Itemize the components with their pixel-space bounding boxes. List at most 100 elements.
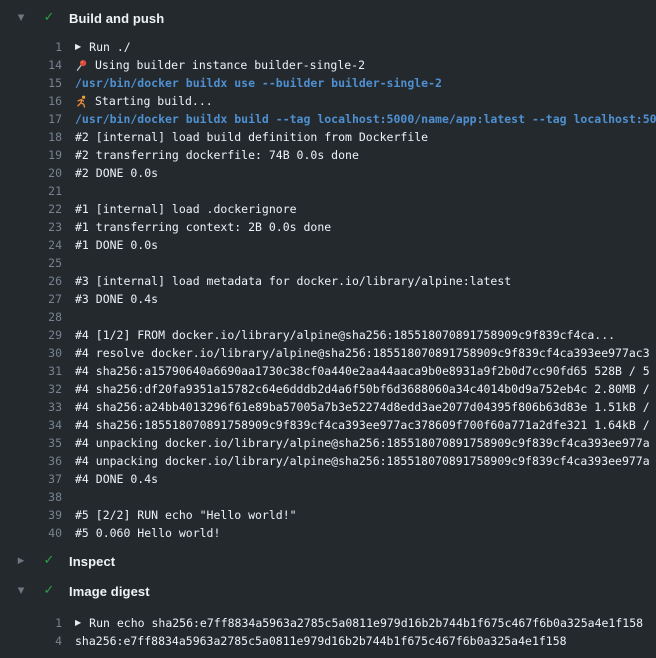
log-line: 35 #4 unpacking docker.io/library/alpine@… xyxy=(0,434,656,452)
line-number[interactable]: 18 xyxy=(0,128,62,146)
line-number[interactable]: 29 xyxy=(0,326,62,344)
line-number[interactable]: 21 xyxy=(0,182,62,200)
line-number[interactable]: 40 xyxy=(0,524,62,542)
log-line-content: #5 0.060 Hello world! xyxy=(75,524,220,542)
log-line-content: #1 transferring context: 2B 0.0s done xyxy=(75,218,331,236)
log-line-text: #4 sha256:df20fa9351a15782c64e6dddb2d4a6… xyxy=(75,380,650,398)
log-line: 20 #2 DONE 0.0s xyxy=(0,164,656,182)
line-number[interactable]: 17 xyxy=(0,110,62,128)
log-line-text: /usr/bin/docker buildx build --tag local… xyxy=(75,110,656,128)
line-number[interactable]: 35 xyxy=(0,434,62,452)
log-line-text: #4 resolve docker.io/library/alpine@sha2… xyxy=(75,344,650,362)
log-line: 23 #1 transferring context: 2B 0.0s done xyxy=(0,218,656,236)
log-line-content: ▶ Run echo sha256:e7ff8834a5963a2785c5a08… xyxy=(75,614,643,632)
line-number[interactable]: 22 xyxy=(0,200,62,218)
log-line: 21 xyxy=(0,182,656,200)
line-number[interactable]: 24 xyxy=(0,236,62,254)
log-line-text: #4 unpacking docker.io/library/alpine@sh… xyxy=(75,452,650,470)
section-title: Inspect xyxy=(69,554,115,569)
line-number[interactable]: 37 xyxy=(0,470,62,488)
log-line: 19#2 transferring dockerfile: 74B 0.0s d… xyxy=(0,146,656,164)
section-header-build-and-push[interactable]: ▼✓Build and push xyxy=(0,7,656,29)
log-line: 1 ▶ Run ./ xyxy=(0,38,656,56)
log-line-content: #4 sha256:a24bb4013296f61e89ba57005a7b3e… xyxy=(75,398,650,416)
chevron-right-icon[interactable]: ▶ xyxy=(14,550,28,572)
chevron-down-icon[interactable]: ▼ xyxy=(14,7,28,29)
log-line: 25 xyxy=(0,254,656,272)
log-line-text: #3 [internal] load metadata for docker.i… xyxy=(75,272,511,290)
line-number[interactable]: 20 xyxy=(0,164,62,182)
check-icon: ✓ xyxy=(41,550,57,572)
runner-icon xyxy=(75,95,88,108)
log-line-content: #3 [internal] load metadata for docker.i… xyxy=(75,272,511,290)
log-line-text: Using builder instance builder-single-2 xyxy=(95,56,365,74)
line-number[interactable]: 15 xyxy=(0,74,62,92)
log-line: 29 #4 [1/2] FROM docker.io/library/alpine… xyxy=(0,326,656,344)
log-line: 4 sha256:e7ff8834a5963a2785c5a0811e979d16… xyxy=(0,632,656,650)
log-line-content: /usr/bin/docker buildx use --builder bui… xyxy=(75,74,442,92)
log-line-content: #4 sha256:185518070891758909c9f839cf4ca3… xyxy=(75,416,650,434)
log-line-text: #3 DONE 0.4s xyxy=(75,290,158,308)
log-line-content: #4 sha256:df20fa9351a15782c64e6dddb2d4a6… xyxy=(75,380,650,398)
log-line-content: #1 [internal] load .dockerignore xyxy=(75,200,297,218)
log-line: 18 #2 [internal] load build definition fr… xyxy=(0,128,656,146)
line-number[interactable]: 30 xyxy=(0,344,62,362)
log-line-content: Starting build... xyxy=(75,92,213,110)
log-line-content: Using builder instance builder-single-2 xyxy=(75,56,365,74)
log-line: 22 #1 [internal] load .dockerignore xyxy=(0,200,656,218)
line-number[interactable]: 36 xyxy=(0,452,62,470)
line-number[interactable]: 23 xyxy=(0,218,62,236)
line-number[interactable]: 4 xyxy=(0,632,62,650)
chevron-down-icon[interactable]: ▼ xyxy=(14,580,28,602)
log-lines: 1 ▶ Run echo sha256:e7ff8834a5963a2785c5a0… xyxy=(0,614,656,650)
log-line-content: #4 DONE 0.4s xyxy=(75,470,158,488)
log-line-content: #4 resolve docker.io/library/alpine@sha2… xyxy=(75,344,650,362)
log-section-image-digest: ▼✓Image digest 1 ▶ Run echo sha256:e7ff8834… xyxy=(0,580,656,650)
line-number[interactable]: 34 xyxy=(0,416,62,434)
line-number[interactable]: 1 xyxy=(0,614,62,632)
log-line-text: #4 sha256:185518070891758909c9f839cf4ca3… xyxy=(75,416,650,434)
log-section-build-and-push: ▼✓Build and push 1 ▶ Run ./ 14 Using builder … xyxy=(0,7,656,542)
line-number[interactable]: 31 xyxy=(0,362,62,380)
line-number[interactable]: 25 xyxy=(0,254,62,272)
section-header-image-digest[interactable]: ▼✓Image digest xyxy=(0,580,656,602)
workflow-log-viewer: ▼✓Build and push1▶Run ./14Using builder … xyxy=(0,7,656,650)
line-number[interactable]: 16 xyxy=(0,92,62,110)
line-number[interactable]: 19 xyxy=(0,146,62,164)
line-number[interactable]: 27 xyxy=(0,290,62,308)
log-line-text: #2 [internal] load build definition from… xyxy=(75,128,428,146)
log-line-content: #4 unpacking docker.io/library/alpine@sh… xyxy=(75,434,650,452)
line-number[interactable]: 1 xyxy=(0,38,62,56)
log-line-text: Run echo sha256:e7ff8834a5963a2785c5a081… xyxy=(89,614,643,632)
log-line-content: #4 [1/2] FROM docker.io/library/alpine@s… xyxy=(75,326,615,344)
log-line: 32 #4 sha256:df20fa9351a15782c64e6dddb2d4… xyxy=(0,380,656,398)
log-line-text: /usr/bin/docker buildx use --builder bui… xyxy=(75,74,442,92)
log-line-content: #4 unpacking docker.io/library/alpine@sh… xyxy=(75,452,650,470)
log-line: 39#5 [2/2] RUN echo "Hello world!" xyxy=(0,506,656,524)
log-line-text: #4 sha256:a15790640a6690aa1730c38cf0a440… xyxy=(75,362,650,380)
line-number[interactable]: 39 xyxy=(0,506,62,524)
line-number[interactable]: 26 xyxy=(0,272,62,290)
log-line: 36 #4 unpacking docker.io/library/alpine@… xyxy=(0,452,656,470)
log-line: 34 #4 sha256:185518070891758909c9f839cf4c… xyxy=(0,416,656,434)
line-number[interactable]: 38 xyxy=(0,488,62,506)
log-line: 14 Using builder instance builder-single-… xyxy=(0,56,656,74)
line-number[interactable]: 14 xyxy=(0,56,62,74)
log-line-text: sha256:e7ff8834a5963a2785c5a0811e979d16b… xyxy=(75,632,567,650)
log-line-content: #1 DONE 0.0s xyxy=(75,236,158,254)
log-line: 24 #1 DONE 0.0s xyxy=(0,236,656,254)
line-number[interactable]: 33 xyxy=(0,398,62,416)
line-number[interactable]: 28 xyxy=(0,308,62,326)
toggle-arrow-icon[interactable]: ▶ xyxy=(75,614,81,632)
section-header-inspect[interactable]: ▶ ✓ Inspect xyxy=(0,550,656,572)
log-line-content: #2 DONE 0.0s xyxy=(75,164,158,182)
log-line-text: #2 DONE 0.0s xyxy=(75,164,158,182)
log-line-text: Run ./ xyxy=(89,38,131,56)
log-line-text: #5 0.060 Hello world! xyxy=(75,524,220,542)
log-line: 16 Starting build... xyxy=(0,92,656,110)
log-line-content: #3 DONE 0.4s xyxy=(75,290,158,308)
pushpin-icon xyxy=(75,59,88,72)
log-line-text: Starting build... xyxy=(95,92,213,110)
toggle-arrow-icon[interactable]: ▶ xyxy=(75,38,81,56)
line-number[interactable]: 32 xyxy=(0,380,62,398)
